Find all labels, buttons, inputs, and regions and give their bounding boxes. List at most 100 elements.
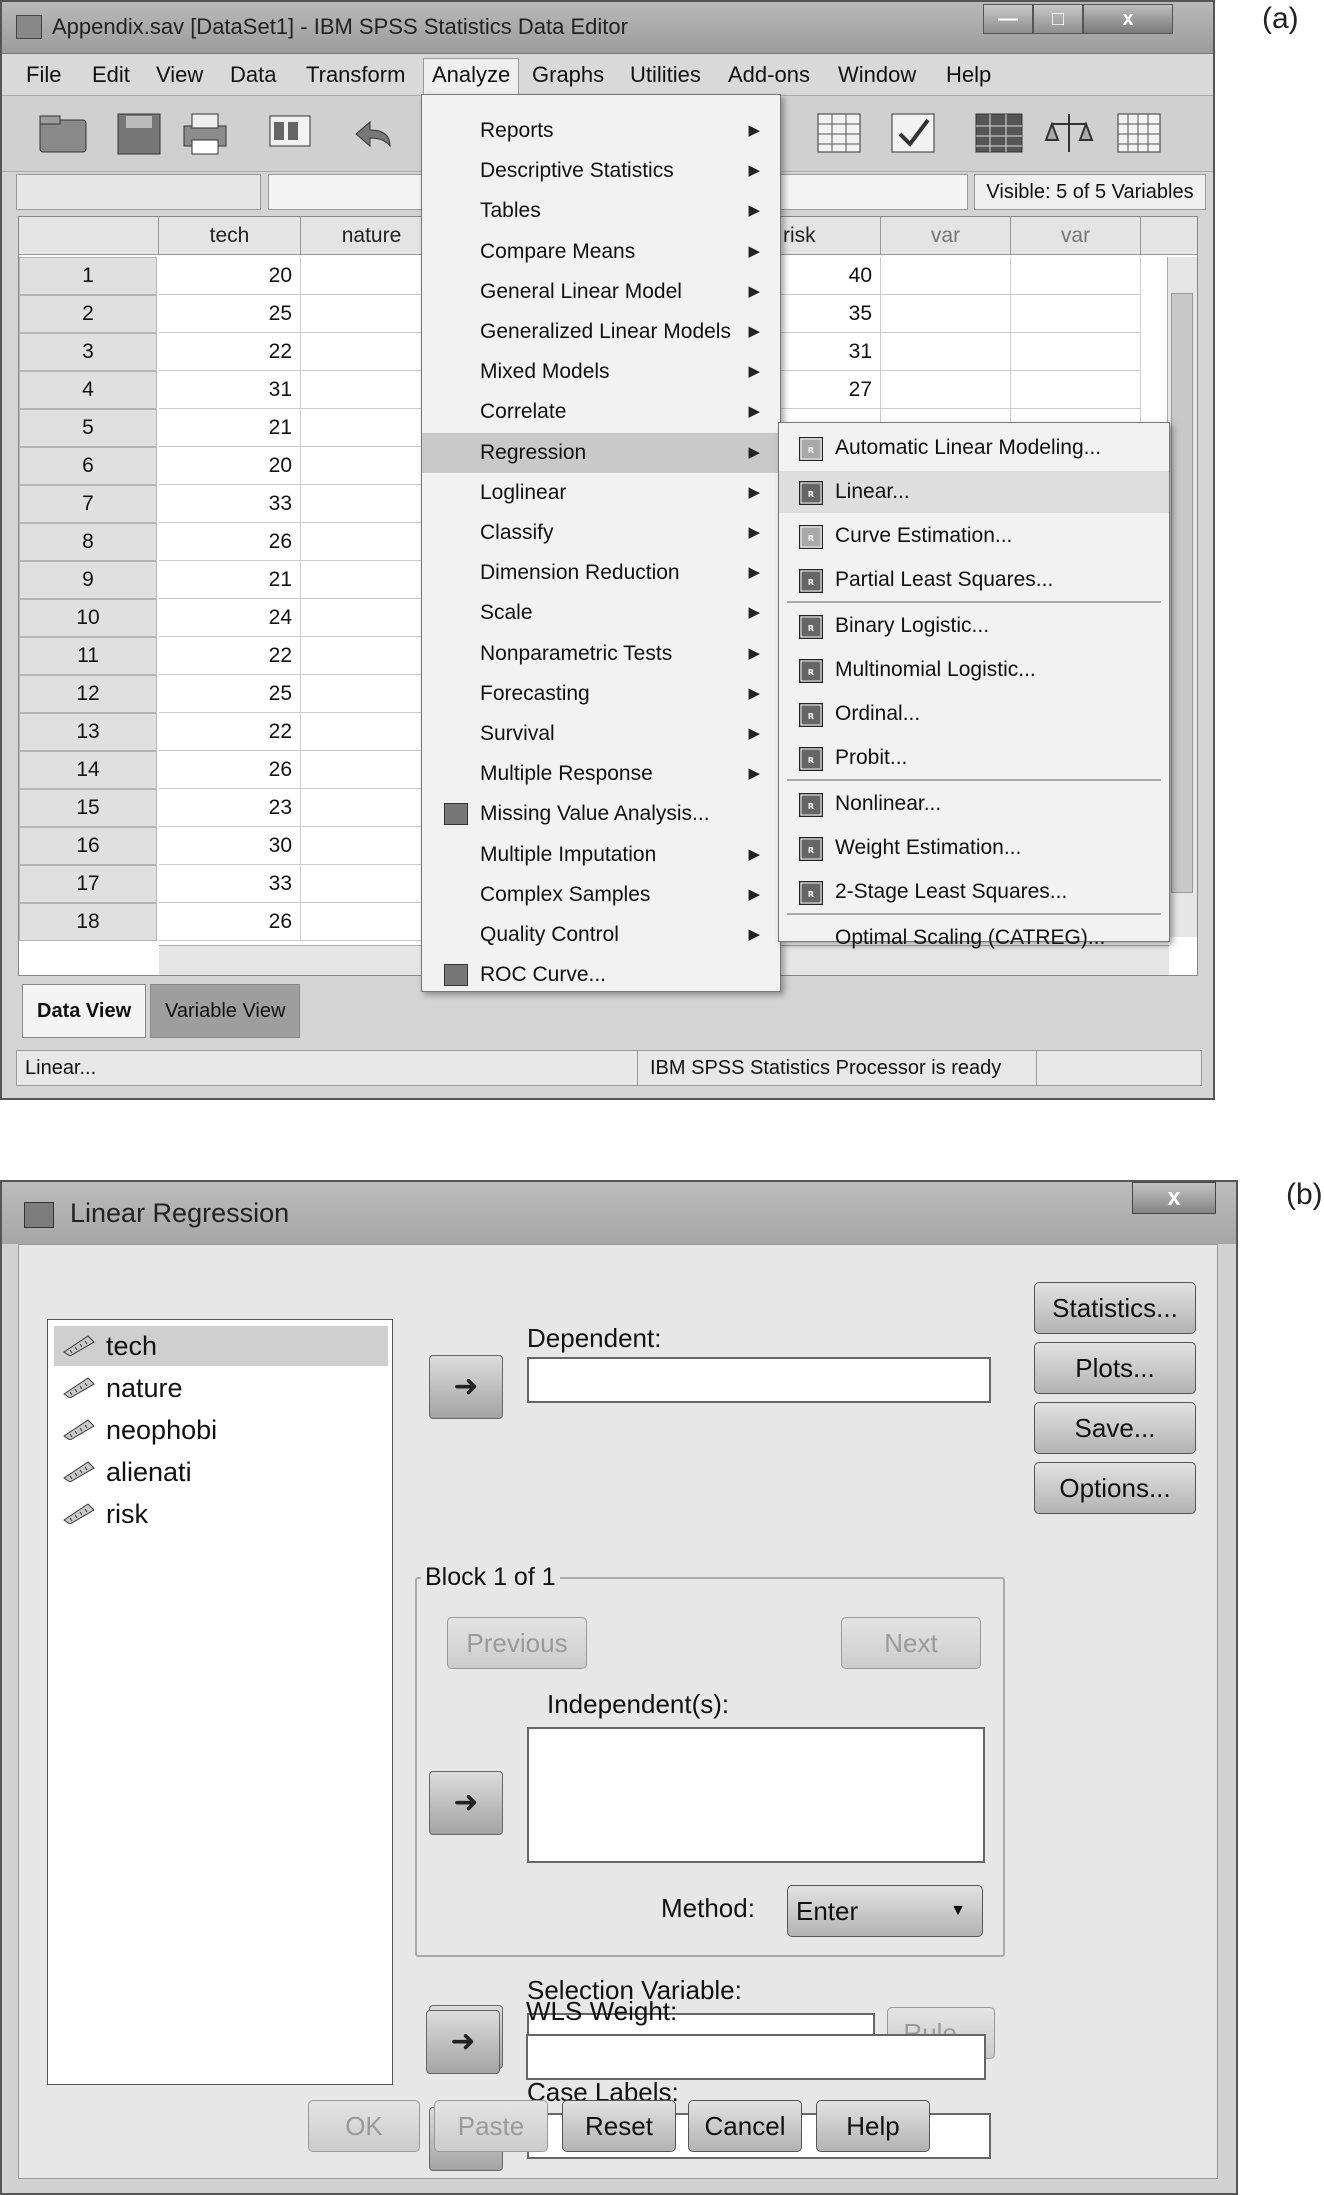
- cell-risk[interactable]: 40: [779, 257, 881, 295]
- cell-var[interactable]: [881, 333, 1011, 371]
- row-number[interactable]: 14: [19, 751, 157, 789]
- value-labels-icon[interactable]: [972, 108, 1026, 158]
- reset-button[interactable]: Reset: [562, 2100, 676, 2152]
- regression-menu-item[interactable]: R Weight Estimation...: [779, 827, 1169, 869]
- menu-transform[interactable]: Transform: [306, 62, 405, 88]
- analyze-menu-item[interactable]: Correlate ▶: [422, 392, 780, 432]
- menu-window[interactable]: Window: [838, 62, 916, 88]
- cell-tech[interactable]: 33: [159, 865, 301, 903]
- cell-risk[interactable]: 27: [779, 371, 881, 409]
- cell-tech[interactable]: 23: [159, 789, 301, 827]
- menu-help[interactable]: Help: [946, 62, 991, 88]
- cell-var[interactable]: [881, 295, 1011, 333]
- row-number[interactable]: 13: [19, 713, 157, 751]
- menu-edit[interactable]: Edit: [92, 62, 130, 88]
- regression-menu-item[interactable]: R Binary Logistic...: [779, 605, 1169, 647]
- row-number[interactable]: 9: [19, 561, 157, 599]
- row-number[interactable]: 17: [19, 865, 157, 903]
- row-number[interactable]: 6: [19, 447, 157, 485]
- analyze-menu-item[interactable]: Dimension Reduction ▶: [422, 553, 780, 593]
- cell-tech[interactable]: 26: [159, 903, 301, 941]
- regression-menu-item[interactable]: Optimal Scaling (CATREG)...: [779, 917, 1169, 959]
- variable-item[interactable]: tech: [54, 1326, 388, 1366]
- method-select[interactable]: Enter ▼: [787, 1885, 983, 1937]
- row-number[interactable]: 10: [19, 599, 157, 637]
- variable-item[interactable]: risk: [54, 1494, 388, 1534]
- row-number[interactable]: 2: [19, 295, 157, 333]
- menu-add-ons[interactable]: Add-ons: [728, 62, 810, 88]
- column-header-var[interactable]: var: [1011, 217, 1141, 255]
- corner-header[interactable]: [19, 217, 159, 255]
- cell-tech[interactable]: 26: [159, 523, 301, 561]
- cell-tech[interactable]: 22: [159, 637, 301, 675]
- cell-tech[interactable]: 22: [159, 713, 301, 751]
- tab-variable-view[interactable]: Variable View: [150, 984, 301, 1038]
- independents-field[interactable]: [527, 1727, 985, 1863]
- options-button[interactable]: Options...: [1034, 1462, 1196, 1514]
- analyze-menu-item[interactable]: Descriptive Statistics ▶: [422, 151, 780, 191]
- cell-tech[interactable]: 21: [159, 561, 301, 599]
- row-number[interactable]: 15: [19, 789, 157, 827]
- row-number[interactable]: 7: [19, 485, 157, 523]
- cell-var[interactable]: [1011, 333, 1141, 371]
- row-number[interactable]: 12: [19, 675, 157, 713]
- cell-tech[interactable]: 24: [159, 599, 301, 637]
- analyze-menu-item[interactable]: Mixed Models ▶: [422, 352, 780, 392]
- maximize-button[interactable]: □: [1033, 4, 1083, 34]
- analyze-menu-item[interactable]: Loglinear ▶: [422, 473, 780, 513]
- dialog-close-button[interactable]: x: [1132, 1182, 1216, 1214]
- cell-tech[interactable]: 33: [159, 485, 301, 523]
- cell-tech[interactable]: 31: [159, 371, 301, 409]
- cell-var[interactable]: [1011, 295, 1141, 333]
- undo-icon[interactable]: [346, 108, 400, 158]
- cell-tech[interactable]: 30: [159, 827, 301, 865]
- cell-var[interactable]: [1011, 257, 1141, 295]
- menu-data[interactable]: Data: [230, 62, 276, 88]
- analyze-menu-item[interactable]: Tables ▶: [422, 191, 780, 231]
- analyze-menu-item[interactable]: General Linear Model ▶: [422, 272, 780, 312]
- cell-tech[interactable]: 25: [159, 295, 301, 333]
- paste-button[interactable]: Paste: [434, 2100, 548, 2152]
- analyze-menu-item[interactable]: Reports ▶: [422, 111, 780, 151]
- regression-menu-item[interactable]: R Linear...: [779, 471, 1169, 513]
- cell-risk[interactable]: 35: [779, 295, 881, 333]
- regression-menu-item[interactable]: R Multinomial Logistic...: [779, 649, 1169, 691]
- weight-cases-icon[interactable]: [1042, 108, 1096, 158]
- analyze-menu-item[interactable]: Complex Samples ▶: [422, 875, 780, 915]
- menu-file[interactable]: File: [26, 62, 61, 88]
- row-number[interactable]: 16: [19, 827, 157, 865]
- previous-button[interactable]: Previous: [447, 1617, 587, 1669]
- row-number[interactable]: 1: [19, 257, 157, 295]
- menu-graphs[interactable]: Graphs: [532, 62, 604, 88]
- regression-menu-item[interactable]: R Automatic Linear Modeling...: [779, 427, 1169, 469]
- analyze-menu-item[interactable]: Multiple Imputation ▶: [422, 835, 780, 875]
- regression-menu-item[interactable]: R Partial Least Squares...: [779, 559, 1169, 601]
- close-button[interactable]: x: [1083, 4, 1173, 34]
- analyze-menu-item[interactable]: Multiple Response ▶: [422, 754, 780, 794]
- move-to-dependent-button[interactable]: ➜: [429, 1355, 503, 1419]
- minimize-button[interactable]: —: [983, 4, 1033, 34]
- dependent-field[interactable]: [527, 1357, 991, 1403]
- row-number[interactable]: 4: [19, 371, 157, 409]
- cell-tech[interactable]: 26: [159, 751, 301, 789]
- row-number[interactable]: 11: [19, 637, 157, 675]
- analyze-menu-item[interactable]: Nonparametric Tests ▶: [422, 634, 780, 674]
- move-to-independents-button[interactable]: ➜: [429, 1771, 503, 1835]
- print-icon[interactable]: [178, 108, 232, 158]
- cell-tech[interactable]: 20: [159, 447, 301, 485]
- analyze-menu-item[interactable]: Regression ▶: [422, 432, 780, 473]
- analyze-menu-item[interactable]: Missing Value Analysis...: [422, 794, 780, 834]
- cancel-button[interactable]: Cancel: [688, 2100, 802, 2152]
- help-button[interactable]: Help: [816, 2100, 930, 2152]
- regression-menu-item[interactable]: R Curve Estimation...: [779, 515, 1169, 557]
- cell-var[interactable]: [1011, 371, 1141, 409]
- variable-item[interactable]: neophobi: [54, 1410, 388, 1450]
- analyze-menu-item[interactable]: Generalized Linear Models ▶: [422, 312, 780, 352]
- cell-tech[interactable]: 25: [159, 675, 301, 713]
- analyze-menu-item[interactable]: Survival ▶: [422, 714, 780, 754]
- cell-tech[interactable]: 22: [159, 333, 301, 371]
- row-number[interactable]: 8: [19, 523, 157, 561]
- row-number[interactable]: 3: [19, 333, 157, 371]
- variable-item[interactable]: alienati: [54, 1452, 388, 1492]
- column-header-tech[interactable]: tech: [159, 217, 301, 255]
